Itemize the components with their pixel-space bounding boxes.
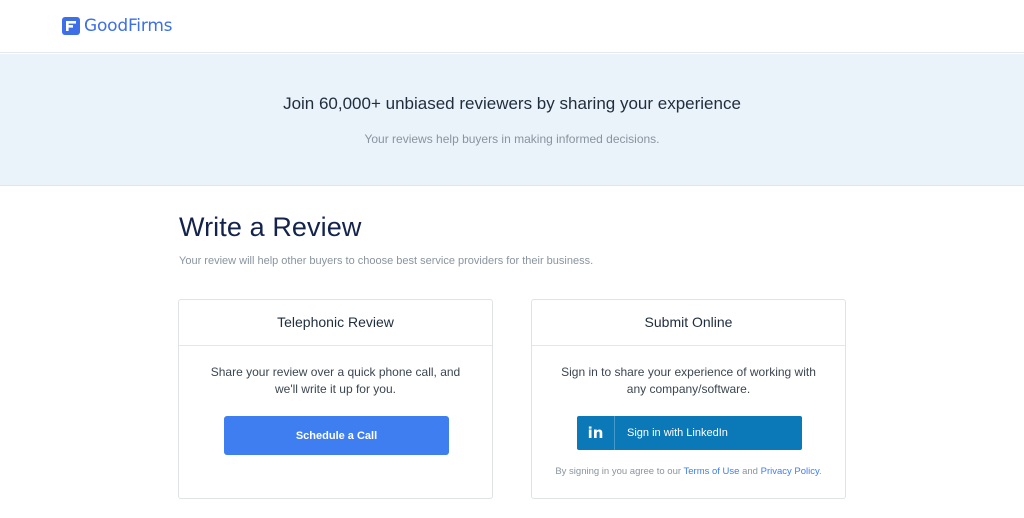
submit-online-card: Submit Online Sign in to share your expe… bbox=[531, 299, 846, 499]
brand-name: GoodFirms bbox=[84, 16, 173, 36]
linkedin-signin-button[interactable]: in Sign in with LinkedIn bbox=[577, 416, 802, 450]
site-header: GoodFirms bbox=[0, 0, 1024, 53]
hero-banner: Join 60,000+ unbiased reviewers by shari… bbox=[0, 54, 1024, 186]
page-title: Write a Review bbox=[179, 212, 362, 242]
hero-title: Join 60,000+ unbiased reviewers by shari… bbox=[283, 94, 741, 113]
linkedin-icon: in bbox=[577, 416, 615, 450]
card-description: Share your review over a quick phone cal… bbox=[210, 365, 461, 396]
goodfirms-logo-icon bbox=[62, 17, 80, 35]
goodfirms-logo[interactable]: GoodFirms bbox=[62, 16, 173, 36]
linkedin-button-label: Sign in with LinkedIn bbox=[627, 427, 728, 439]
card-title: Submit Online bbox=[532, 300, 845, 346]
legal-suffix: . bbox=[819, 466, 822, 477]
legal-notice: By signing in you agree to our Terms of … bbox=[532, 466, 845, 477]
telephonic-review-card: Telephonic Review Share your review over… bbox=[178, 299, 493, 499]
privacy-policy-link[interactable]: Privacy Policy bbox=[761, 466, 819, 477]
legal-prefix: By signing in you agree to our bbox=[555, 466, 682, 477]
hero-subtitle: Your reviews help buyers in making infor… bbox=[364, 132, 660, 146]
card-title: Telephonic Review bbox=[179, 300, 492, 346]
schedule-call-button[interactable]: Schedule a Call bbox=[224, 416, 449, 455]
legal-and: and bbox=[742, 466, 758, 477]
card-description: Sign in to share your experience of work… bbox=[561, 365, 816, 396]
page-subtitle: Your review will help other buyers to ch… bbox=[179, 255, 594, 267]
terms-of-use-link[interactable]: Terms of Use bbox=[684, 466, 740, 477]
